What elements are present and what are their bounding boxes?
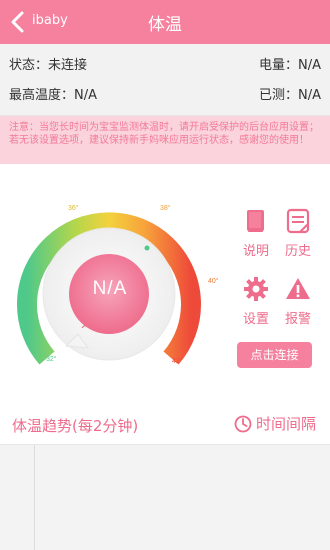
instructions-label: 说明	[242, 244, 269, 259]
chart-y-axis	[34, 445, 35, 550]
settings-button[interactable]: 设置	[236, 276, 276, 327]
tick-label-40: 40°	[208, 278, 219, 285]
temperature-value: N/A	[92, 278, 128, 299]
page-title: 体温	[148, 15, 182, 35]
tick-label-36: 36°	[68, 205, 79, 212]
connect-button[interactable]: 点击连接	[237, 342, 312, 368]
tick-label-34: 34°	[22, 276, 33, 283]
history-label: 历史	[284, 244, 311, 259]
settings-label: 设置	[242, 312, 269, 327]
interval-button[interactable]: 时间间隔	[234, 414, 316, 436]
book-icon	[247, 210, 264, 232]
elapsed-time: 已测：N/A	[259, 88, 321, 103]
gear-icon	[244, 277, 268, 301]
history-button[interactable]: 历史	[278, 208, 318, 259]
instructions-button[interactable]: 说明	[236, 208, 276, 259]
tick-label-42: 42°	[172, 358, 183, 365]
title-bar: ibaby 体温	[0, 0, 330, 44]
status-panel: 状态：未连接 电量：N/A 最高温度：N/A 已测：N/A	[0, 44, 330, 116]
tick-label-38: 38°	[160, 205, 171, 212]
alarm-label: 报警	[284, 312, 311, 327]
trend-chart-area	[0, 444, 330, 550]
notice-banner: 注意：当您长时间为宝宝监测体温时，请开启受保护的后台应用设置；若无该设置选项，建…	[0, 116, 330, 164]
clock-icon	[234, 415, 252, 433]
alarm-button[interactable]: 报警	[278, 276, 318, 327]
document-icon	[286, 208, 310, 234]
warning-icon	[286, 278, 310, 299]
trend-label: 体温趋势(每2分钟)	[12, 417, 139, 435]
connection-status: 状态：未连接	[9, 58, 88, 73]
tick-label-32: 32°	[46, 356, 57, 363]
trend-header: 体温趋势(每2分钟) 时间间隔	[0, 404, 330, 444]
max-temperature: 最高温度：N/A	[9, 88, 97, 103]
temperature-gauge: N/A 34° 36° 38° 40° 42° 32°	[4, 196, 219, 382]
battery-status: 电量：N/A	[259, 58, 321, 73]
